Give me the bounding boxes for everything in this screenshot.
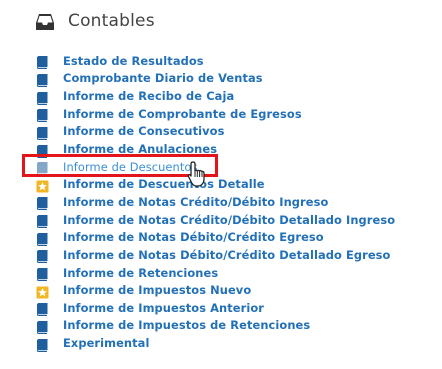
book-icon	[36, 125, 48, 140]
report-item-link[interactable]: Informe de Impuestos Anterior	[63, 301, 264, 315]
report-item-link[interactable]: Informe de Descuentos Detalle	[63, 177, 265, 191]
inbox-icon	[35, 12, 55, 32]
report-item[interactable]: Informe de Descuentos Detalle	[36, 175, 395, 193]
report-item[interactable]: Informe de Notas Débito/Crédito Egreso	[36, 228, 395, 246]
book-icon	[36, 107, 48, 123]
book-icon	[36, 213, 48, 229]
report-item-link[interactable]: Informe de Notas Débito/Crédito Egreso	[63, 230, 324, 244]
report-item[interactable]: Estado de Resultados	[36, 52, 395, 70]
book-icon	[36, 337, 48, 352]
report-item-link[interactable]: Informe de Notas Crédito/Débito Ingreso	[63, 195, 328, 209]
section-title: Contables	[68, 11, 155, 31]
book-icon	[36, 301, 48, 317]
report-item-link[interactable]: Informe de Notas Débito/Crédito Detallad…	[63, 248, 391, 262]
star-icon	[36, 178, 49, 193]
report-item[interactable]: Informe de Comprobante de Egresos	[36, 105, 395, 123]
report-item-link[interactable]: Informe de Notas Crédito/Débito Detallad…	[63, 213, 395, 227]
report-item[interactable]: Informe de Recibo de Caja	[36, 87, 395, 105]
book-icon	[36, 266, 48, 281]
report-list: Estado de Resultados Comprobante Diario d…	[36, 52, 395, 352]
report-item[interactable]: Informe de Impuestos de Retenciones	[36, 317, 395, 335]
book-icon	[36, 319, 48, 334]
report-item[interactable]: Informe de Impuestos Nuevo	[36, 281, 395, 299]
book-icon	[36, 160, 48, 176]
report-item[interactable]: Informe de Descuentos	[36, 158, 395, 176]
book-icon	[36, 143, 48, 158]
section-header	[35, 8, 55, 36]
book-icon	[36, 231, 48, 246]
book-icon	[36, 72, 48, 87]
report-item-link[interactable]: Informe de Consecutivos	[63, 124, 225, 138]
book-icon	[36, 54, 48, 70]
book-icon	[36, 195, 48, 211]
report-item-link[interactable]: Informe de Impuestos Nuevo	[63, 283, 251, 297]
star-icon	[36, 284, 49, 299]
report-item-link[interactable]: Informe de Descuentos	[63, 160, 198, 174]
report-item-link[interactable]: Informe de Anulaciones	[63, 142, 217, 156]
book-icon	[36, 90, 48, 105]
report-item[interactable]: Informe de Notas Crédito/Débito Detallad…	[36, 211, 395, 229]
report-item[interactable]: Comprobante Diario de Ventas	[36, 70, 395, 88]
report-item-link[interactable]: Informe de Retenciones	[63, 266, 218, 280]
report-item[interactable]: Informe de Retenciones	[36, 264, 395, 282]
report-item-link[interactable]: Comprobante Diario de Ventas	[63, 71, 263, 85]
report-item-link[interactable]: Experimental	[63, 336, 149, 350]
report-item-link[interactable]: Informe de Impuestos de Retenciones	[63, 318, 310, 332]
report-item[interactable]: Informe de Notas Débito/Crédito Detallad…	[36, 246, 395, 264]
report-item-link[interactable]: Estado de Resultados	[63, 54, 204, 68]
report-item-link[interactable]: Informe de Comprobante de Egresos	[63, 107, 302, 121]
report-item[interactable]: Informe de Consecutivos	[36, 123, 395, 141]
report-item[interactable]: Experimental	[36, 334, 395, 352]
report-item-link[interactable]: Informe de Recibo de Caja	[63, 89, 234, 103]
report-item[interactable]: Informe de Notas Crédito/Débito Ingreso	[36, 193, 395, 211]
book-icon	[36, 248, 48, 264]
report-item[interactable]: Informe de Anulaciones	[36, 140, 395, 158]
report-item[interactable]: Informe de Impuestos Anterior	[36, 299, 395, 317]
